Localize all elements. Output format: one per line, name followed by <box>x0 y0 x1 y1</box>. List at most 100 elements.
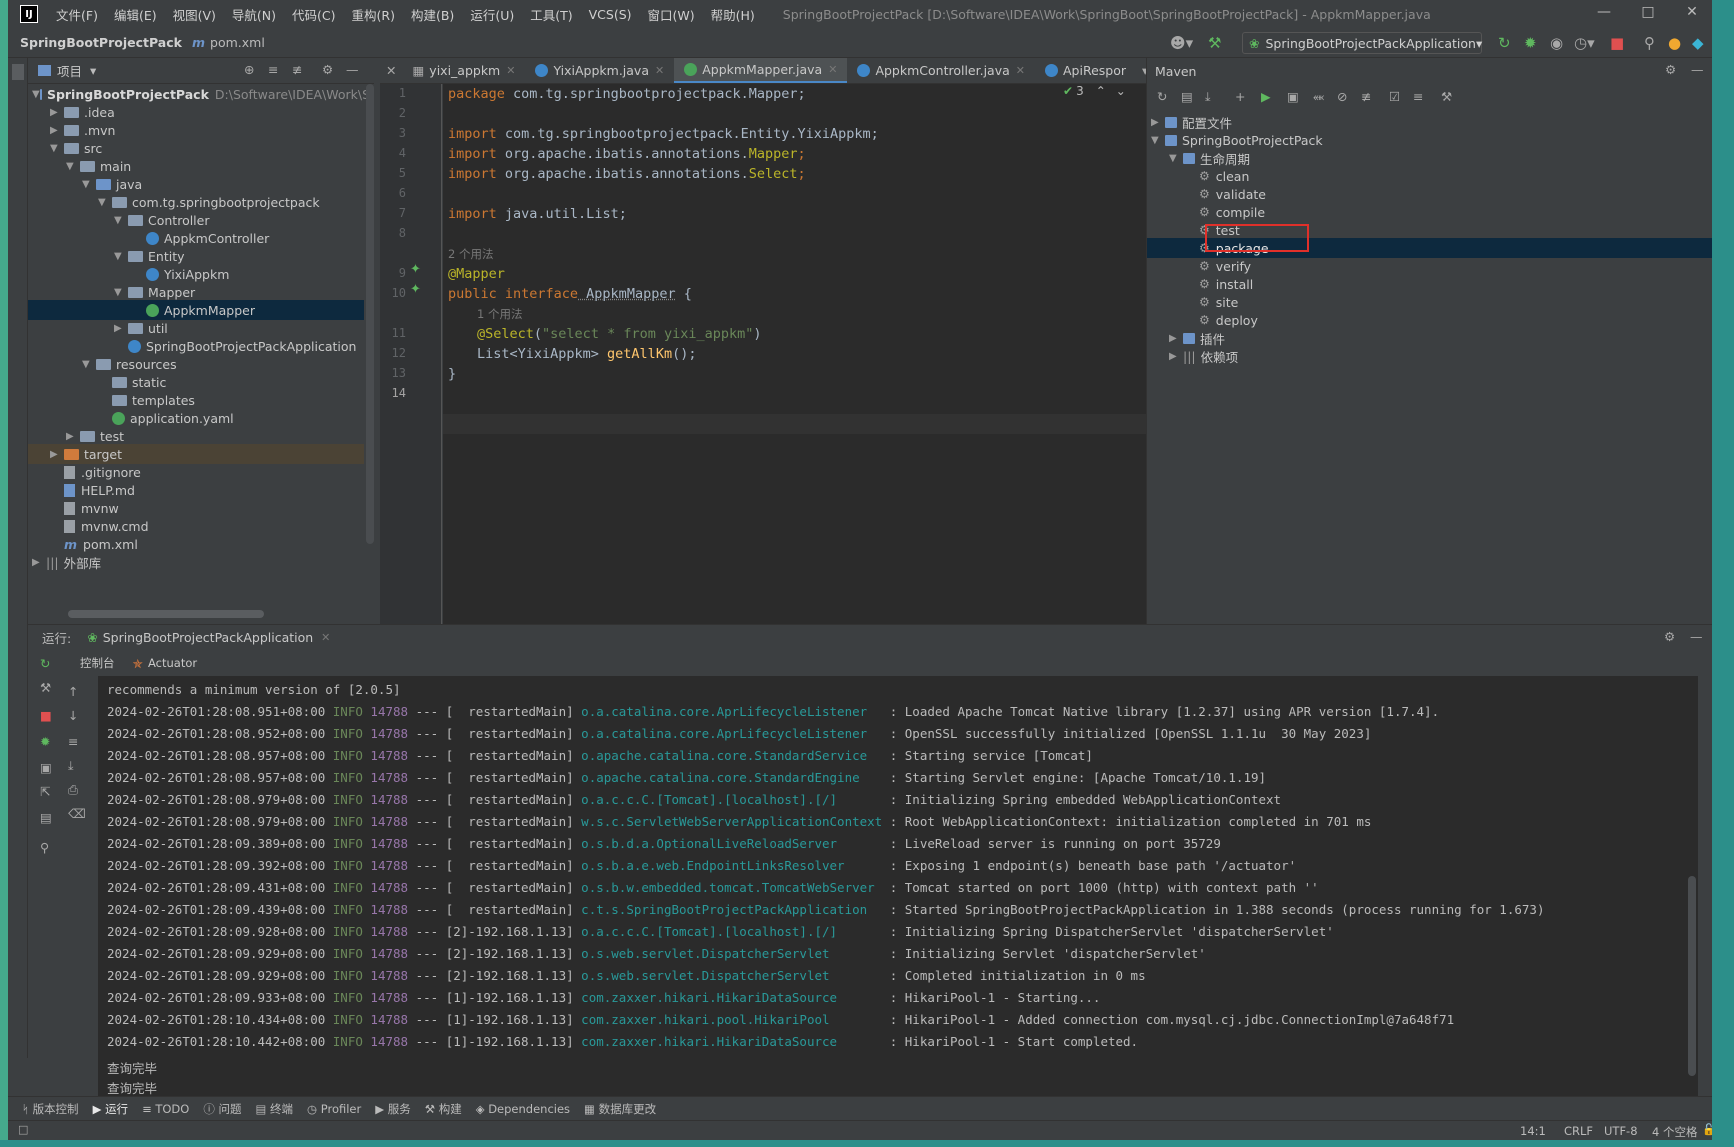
tree-node[interactable]: ▼ java <box>82 174 142 194</box>
tool-todo[interactable]: ≡ TODO <box>142 1102 189 1116</box>
gear-icon[interactable]: ⚙ <box>1664 629 1675 644</box>
menu-navigate[interactable]: 导航(N) <box>224 5 284 24</box>
locate-icon[interactable]: ⊕ <box>244 62 254 77</box>
tree-node[interactable]: mvnw.cmd <box>64 516 149 536</box>
mybatis-bird-icon[interactable]: ✦ <box>410 282 421 297</box>
download-icon[interactable]: ⤓ <box>1205 89 1211 105</box>
menu-refactor[interactable]: 重构(R) <box>344 5 403 24</box>
print-icon[interactable]: ⎙ <box>68 782 78 798</box>
maven-node-project[interactable]: ▼ SpringBootProjectPack <box>1151 130 1323 150</box>
tool-run[interactable]: ▶ 运行 <box>93 1101 129 1117</box>
menu-view[interactable]: 视图(V) <box>165 5 224 24</box>
maven-goal-site[interactable]: ⚙ site <box>1199 292 1238 312</box>
trash-icon[interactable]: ⌫ <box>68 806 86 821</box>
tree-node[interactable]: YixiAppkm <box>146 264 229 284</box>
line-separator[interactable]: CRLF <box>1564 1124 1593 1138</box>
pin-icon[interactable]: ⚲ <box>40 840 49 855</box>
coverage-icon[interactable]: ◉ <box>1550 34 1563 52</box>
scroll-to-end-icon[interactable]: ⤓ <box>68 758 74 774</box>
tree-node[interactable]: HELP.md <box>64 480 135 500</box>
tab-actuator[interactable]: Actuator <box>148 656 197 670</box>
hide-panel-icon[interactable]: — <box>346 62 359 77</box>
vertical-scrollbar[interactable] <box>366 84 374 544</box>
console-scrollbar[interactable] <box>1688 876 1696 1076</box>
horizontal-scrollbar[interactable] <box>68 610 264 618</box>
tool-profiler[interactable]: ◷ Profiler <box>307 1102 361 1116</box>
close-button[interactable]: ✕ <box>1672 4 1712 20</box>
tree-node[interactable]: m pom.xml <box>64 534 138 554</box>
inspection-widget[interactable]: ✔ 3 ⌃ ⌄ <box>1063 84 1126 98</box>
menu-code[interactable]: 代码(C) <box>284 5 343 24</box>
menu-file[interactable]: 文件(F) <box>48 5 106 24</box>
user-icon[interactable]: ☻▾ <box>1170 34 1193 52</box>
lock-icon[interactable]: 🔓 <box>1702 1123 1712 1136</box>
tab-yixi-appkm[interactable]: ▦ yixi_appkm ✕ <box>402 58 525 83</box>
tool-problems[interactable]: ⓘ 问题 <box>203 1101 241 1117</box>
gear-icon[interactable]: ⚙ <box>322 62 333 77</box>
usage-hint[interactable]: 1 个用法 <box>477 306 522 322</box>
file-encoding[interactable]: UTF-8 <box>1604 1124 1638 1138</box>
add-icon[interactable]: + <box>1235 89 1245 104</box>
tool-db-changes[interactable]: ▦ 数据库更改 <box>584 1101 656 1117</box>
menu-help[interactable]: 帮助(H) <box>703 5 763 24</box>
tree-node[interactable]: ▶ ||| 外部库 <box>32 552 101 572</box>
tool-vcs[interactable]: ᛋ 版本控制 <box>22 1101 79 1117</box>
run-icon[interactable]: ▶ <box>1261 89 1271 104</box>
close-icon[interactable]: ✕ <box>321 631 330 644</box>
tree-node[interactable]: templates <box>112 390 195 410</box>
camera-icon[interactable]: ▣ <box>40 760 52 775</box>
tab-appkmmapper-java[interactable]: AppkmMapper.java ✕ <box>674 58 848 83</box>
caret-position[interactable]: 14:1 <box>1520 1124 1546 1138</box>
tool-services[interactable]: ▶ 服务 <box>375 1101 411 1117</box>
maven-node-lifecycle[interactable]: ▼ 生命周期 <box>1169 148 1250 168</box>
tree-node[interactable]: ▼ src <box>50 138 102 158</box>
hide-panel-icon[interactable]: — <box>1691 62 1704 77</box>
skip-tests-icon[interactable]: ⊘ <box>1337 89 1347 104</box>
hide-panel-icon[interactable]: — <box>1690 629 1703 644</box>
maven-goal-compile[interactable]: ⚙ compile <box>1199 202 1265 222</box>
maven-goal-install[interactable]: ⚙ install <box>1199 274 1253 294</box>
chevron-up-icon[interactable]: ⌃ <box>1096 84 1106 98</box>
minimize-button[interactable]: — <box>1584 4 1624 20</box>
tree-node[interactable]: ▼ Entity <box>114 246 185 266</box>
arrow-down-icon[interactable]: ↓ <box>68 708 78 723</box>
tree-node[interactable]: ▼ main <box>66 156 131 176</box>
maven-goal-deploy[interactable]: ⚙ deploy <box>1199 310 1258 330</box>
menu-window[interactable]: 窗口(W) <box>640 5 703 24</box>
gear-icon[interactable]: ⚙ <box>1665 62 1676 77</box>
tree-node[interactable]: ▶ test <box>66 426 124 446</box>
mybatis-bird-icon[interactable]: ✦ <box>410 262 421 277</box>
chevron-down-icon[interactable]: ⌄ <box>1116 84 1126 98</box>
close-icon[interactable]: ✕ <box>506 64 515 77</box>
wrench-icon[interactable]: ⚒ <box>1441 89 1452 104</box>
tab-appkmcontroller-java[interactable]: AppkmController.java ✕ <box>847 58 1035 83</box>
maven-goal-clean[interactable]: ⚙ clean <box>1199 166 1249 186</box>
close-icon[interactable]: ✕ <box>1016 64 1025 77</box>
tab-yixiappkm-java[interactable]: YixiAppkm.java ✕ <box>525 58 674 83</box>
tree-node[interactable]: ▶ .idea <box>50 102 115 122</box>
breadcrumb-file[interactable]: pom.xml <box>210 35 265 50</box>
maven-node-dependencies[interactable]: ▶ ||| 依赖项 <box>1169 346 1238 366</box>
execute-goal-icon[interactable]: ▣ <box>1287 89 1299 104</box>
exit-icon[interactable]: ⇱ <box>40 784 50 799</box>
maven-goal-validate[interactable]: ⚙ validate <box>1199 184 1266 204</box>
maven-node-plugins[interactable]: ▶ 插件 <box>1169 328 1225 348</box>
stop-icon[interactable]: ■ <box>40 708 52 723</box>
tree-node[interactable]: AppkmController <box>146 228 269 248</box>
generate-sources-icon[interactable]: ▤ <box>1181 89 1193 104</box>
tree-node[interactable]: SpringBootProjectPackApplication <box>128 336 356 356</box>
tree-node[interactable]: mvnw <box>64 498 119 518</box>
menu-run[interactable]: 运行(U) <box>462 5 522 24</box>
tree-node[interactable]: application.yaml <box>112 408 234 428</box>
collapse-icon[interactable]: ≢ <box>1361 89 1371 104</box>
chevron-down-icon[interactable]: ▾ <box>90 63 96 78</box>
build-hammer-icon[interactable]: ⚒ <box>1208 34 1221 52</box>
layout-toggle-icon[interactable]: □ <box>18 1123 28 1136</box>
usage-hint[interactable]: 2 个用法 <box>448 246 493 262</box>
tool-dependencies[interactable]: ◈ Dependencies <box>476 1102 570 1116</box>
tree-node[interactable]: ▼ resources <box>82 354 177 374</box>
project-tool-icon[interactable] <box>12 64 24 80</box>
menu-build[interactable]: 构建(B) <box>403 5 462 24</box>
tree-node-target[interactable]: ▶ target <box>28 444 364 464</box>
tree-node[interactable]: ▼ Mapper <box>114 282 195 302</box>
